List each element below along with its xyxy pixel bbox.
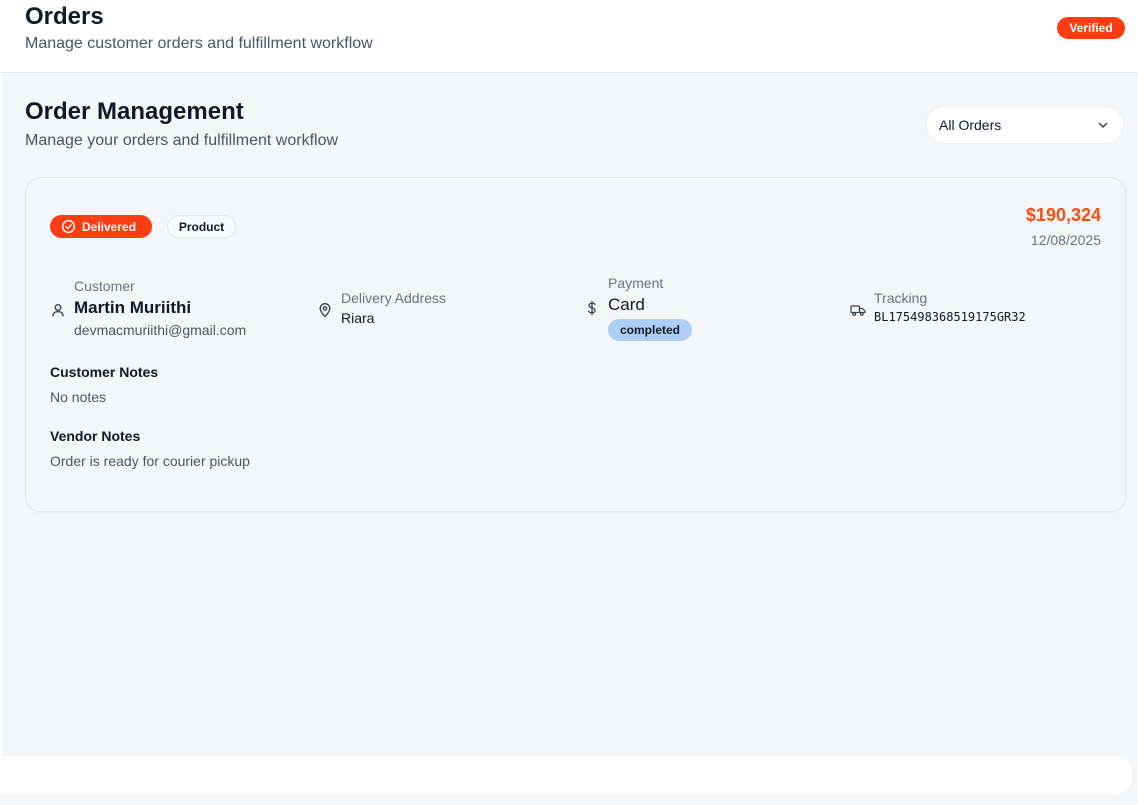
order-type-badge: Product (167, 215, 236, 238)
vendor-notes-text: Order is ready for courier pickup (50, 453, 250, 469)
page-subtitle: Manage customer orders and fulfillment w… (25, 35, 373, 52)
tracking-number[interactable]: BL175498368519175GR32 (874, 310, 1026, 324)
dollar-icon (588, 300, 596, 316)
order-amount: $190,324 (1025, 205, 1101, 225)
order-date: 12/08/2025 (1030, 232, 1101, 248)
user-icon (52, 304, 64, 317)
map-pin-icon (319, 303, 331, 318)
delivery-label: Delivery Address (341, 290, 447, 306)
customer-name: Martin Muriithi (74, 298, 192, 317)
chevron-down-icon (1098, 122, 1108, 128)
payment-status-badge: completed (608, 319, 692, 341)
status-badge: Delivered (50, 215, 152, 238)
check-circle-icon (61, 219, 76, 234)
bottom-bar (0, 756, 1132, 794)
order-filter-value: All Orders (939, 117, 1002, 133)
order-filter-select[interactable]: All Orders (926, 106, 1124, 144)
tracking-label: Tracking (874, 290, 928, 306)
order-card[interactable]: Delivered Product $190,324 12/08/2025 Cu… (25, 177, 1126, 512)
page-header: Orders Manage customer orders and fulfil… (0, 0, 1138, 73)
page-title: Orders (25, 3, 104, 30)
status-label: Delivered (82, 219, 137, 234)
section-subtitle: Manage your orders and fulfillment workf… (25, 132, 339, 149)
customer-email[interactable]: devmacmuriithi@gmail.com (74, 322, 246, 338)
customer-notes-text: No notes (50, 389, 107, 405)
payment-method: Card (608, 295, 645, 314)
verified-badge: Verified (1057, 17, 1125, 39)
customer-notes-heading: Customer Notes (50, 364, 159, 380)
payment-label: Payment (608, 275, 664, 291)
left-edge (0, 73, 2, 763)
customer-label: Customer (74, 278, 135, 294)
truck-icon (850, 305, 866, 316)
delivery-address: Riara (341, 310, 375, 326)
vendor-notes-heading: Vendor Notes (50, 428, 141, 444)
section-title: Order Management (25, 98, 244, 125)
